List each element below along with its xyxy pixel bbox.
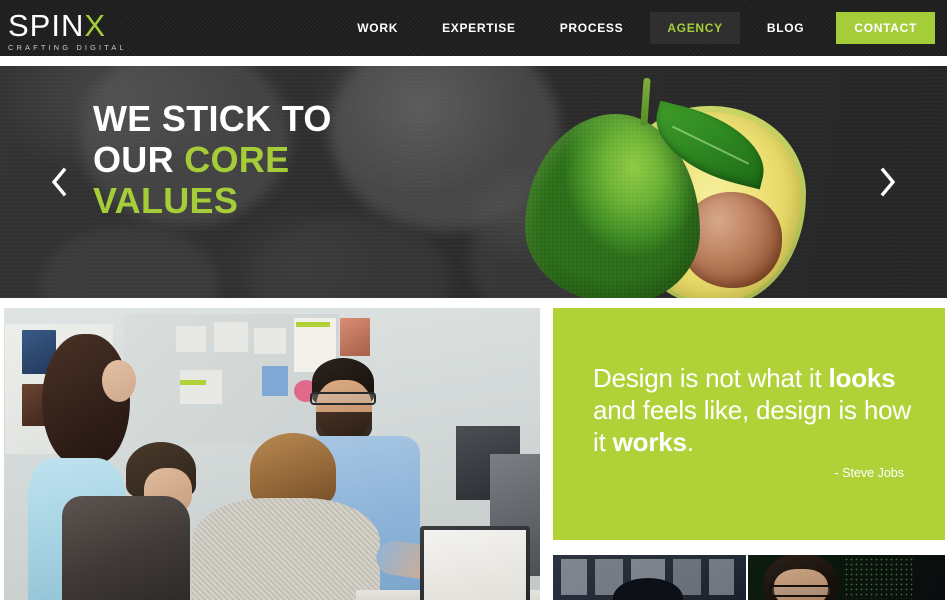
quote-text: Design is not what it looks and feels li… <box>593 362 919 458</box>
logo-text-main: SPIN <box>8 8 85 43</box>
photo-office-chair <box>62 496 190 600</box>
hero-bg-shape <box>250 216 450 298</box>
avocado-stem <box>640 77 651 127</box>
logo-text-accent: X <box>84 8 107 43</box>
photo-person-shirt <box>192 498 380 600</box>
photo-sticky-note <box>214 322 248 352</box>
photo-sticky-note <box>254 328 286 354</box>
photo-wall-print <box>262 366 288 396</box>
hero-bg-shape <box>40 226 220 298</box>
logo-wordmark: SPIN X <box>8 10 106 41</box>
hero-slider: WE STICK TO OUR CORE VALUES <box>0 66 947 298</box>
thumbnail-dot-pattern <box>844 557 914 599</box>
nav-item-work[interactable]: WORK <box>340 12 415 44</box>
main-navigation: WORK EXPERTISE PROCESS AGENCY BLOG CONTA… <box>335 0 943 56</box>
photo-sticky-note <box>176 326 206 352</box>
photo-sticky-note <box>180 370 222 404</box>
nav-item-blog[interactable]: BLOG <box>750 12 821 44</box>
nav-item-contact[interactable]: CONTACT <box>836 12 935 44</box>
hero-headline-line2-plain: OUR <box>93 139 185 180</box>
quote-panel: Design is not what it looks and feels li… <box>553 308 945 540</box>
site-header: SPIN X CRAFTING DIGITAL WORK EXPERTISE PR… <box>0 0 947 56</box>
bottom-thumbnail-left[interactable] <box>553 555 746 600</box>
photo-person-glasses <box>310 392 376 405</box>
photo-highlight-mark <box>180 380 206 385</box>
nav-item-process[interactable]: PROCESS <box>543 12 641 44</box>
logo-tagline: CRAFTING DIGITAL <box>8 43 127 52</box>
hero-headline-line3-accent: VALUES <box>93 180 239 221</box>
nav-item-agency[interactable]: AGENCY <box>650 12 740 44</box>
quote-part-3: . <box>686 427 694 457</box>
quote-bold-looks: looks <box>828 363 896 393</box>
quote-bold-works: works <box>612 427 687 457</box>
slider-prev-arrow-icon[interactable] <box>42 162 76 202</box>
hero-headline-line2-accent: CORE <box>184 139 290 180</box>
quote-part-1: Design is not what it <box>593 363 829 393</box>
photo-person-back <box>250 433 336 507</box>
page-root: SPIN X CRAFTING DIGITAL WORK EXPERTISE PR… <box>0 0 947 600</box>
thumbnail-person-glasses <box>770 585 832 597</box>
photo-person-face <box>102 360 136 402</box>
photo-laptop-screen <box>424 530 526 600</box>
team-office-photo <box>4 308 540 600</box>
bottom-thumbnail-right[interactable] <box>748 555 945 600</box>
hero-headline: WE STICK TO OUR CORE VALUES <box>93 98 332 221</box>
nav-item-expertise[interactable]: EXPERTISE <box>425 12 533 44</box>
slider-next-arrow-icon[interactable] <box>871 162 905 202</box>
site-logo[interactable]: SPIN X CRAFTING DIGITAL <box>8 10 127 52</box>
quote-author: - Steve Jobs <box>834 466 904 480</box>
hero-headline-line1: WE STICK TO <box>93 98 332 139</box>
photo-highlight-mark <box>296 322 330 327</box>
photo-wall-print <box>340 318 370 356</box>
hero-avocado-image <box>505 72 835 298</box>
thumbnail-person-silhouette <box>613 578 683 600</box>
